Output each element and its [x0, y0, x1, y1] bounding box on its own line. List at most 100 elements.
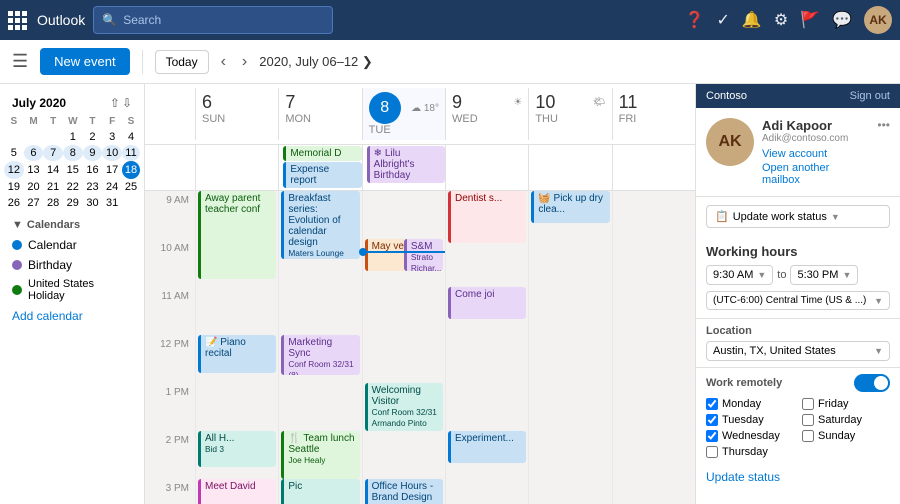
- bell-icon[interactable]: 🔔: [742, 10, 762, 30]
- day-check-tuesday[interactable]: Tuesday: [706, 414, 794, 426]
- hamburger-icon[interactable]: ☰: [12, 51, 28, 72]
- mini-cal-next[interactable]: ⇩: [122, 96, 132, 110]
- mini-cal-day[interactable]: 5: [4, 145, 24, 161]
- sign-out-link[interactable]: Sign out: [850, 90, 890, 102]
- mini-cal-day[interactable]: 14: [43, 161, 63, 179]
- wednesday-checkbox[interactable]: [706, 430, 718, 442]
- event-breakfast[interactable]: Breakfast series: Evolution of calendar …: [281, 191, 359, 259]
- settings-icon[interactable]: ⚙: [774, 10, 788, 30]
- mini-cal-day[interactable]: [4, 129, 24, 145]
- event-office-hours[interactable]: Office Hours - Brand DesignProject room …: [365, 479, 443, 504]
- next-week-button[interactable]: ›: [238, 49, 251, 75]
- mini-cal-day[interactable]: 25: [122, 179, 140, 195]
- mini-cal-day[interactable]: 30: [83, 195, 103, 211]
- day-check-monday[interactable]: Monday: [706, 398, 794, 410]
- mini-cal-day[interactable]: 26: [4, 195, 24, 211]
- mini-cal-day[interactable]: 11: [122, 145, 140, 161]
- add-calendar-button[interactable]: Add calendar: [4, 305, 140, 327]
- mini-cal-day[interactable]: 24: [102, 179, 122, 195]
- check-icon[interactable]: ✓: [716, 10, 729, 30]
- flag-icon[interactable]: 🚩: [800, 10, 820, 30]
- date-range[interactable]: 2020, July 06–12 ❯: [259, 54, 373, 70]
- search-box[interactable]: 🔍: [93, 6, 333, 34]
- event-experiment[interactable]: Experiment...: [448, 431, 526, 463]
- friday-checkbox[interactable]: [802, 398, 814, 410]
- mini-cal-day[interactable]: 22: [63, 179, 83, 195]
- day-check-wednesday[interactable]: Wednesday: [706, 430, 794, 442]
- day-check-thursday[interactable]: Thursday: [706, 446, 794, 458]
- mini-cal-day[interactable]: 8: [63, 145, 83, 161]
- mini-cal-day[interactable]: 23: [83, 179, 103, 195]
- mini-cal-day[interactable]: 29: [63, 195, 83, 211]
- thursday-checkbox[interactable]: [706, 446, 718, 458]
- calendars-section-header[interactable]: ▼ Calendars: [4, 211, 140, 235]
- mini-cal-day[interactable]: [24, 129, 44, 145]
- event-meet-david[interactable]: Meet David: [198, 479, 276, 504]
- mini-cal-day[interactable]: 4: [122, 129, 140, 145]
- work-remotely-toggle[interactable]: [854, 374, 890, 392]
- day-check-friday[interactable]: Friday: [802, 398, 890, 410]
- mini-cal-day[interactable]: 28: [43, 195, 63, 211]
- update-status-link[interactable]: Update status: [696, 464, 900, 490]
- allday-event-memorial[interactable]: Memorial D: [283, 146, 361, 161]
- mini-cal-day[interactable]: 17: [102, 161, 122, 179]
- event-all-h[interactable]: All H...Bid 3: [198, 431, 276, 467]
- event-pickup-dry-clean[interactable]: 🧺 Pick up dry clea...: [531, 191, 609, 223]
- event-away[interactable]: Away parent teacher conf: [198, 191, 276, 279]
- location-select[interactable]: Austin, TX, United States ▼: [706, 341, 890, 361]
- mini-cal-day[interactable]: 21: [43, 179, 63, 195]
- day-check-sunday[interactable]: Sunday: [802, 430, 890, 442]
- sidebar-item-birthday[interactable]: Birthday: [4, 255, 140, 275]
- mini-cal-day[interactable]: 13: [24, 161, 44, 179]
- help-icon[interactable]: ❓: [685, 10, 705, 30]
- start-time-select[interactable]: 9:30 AM ▼: [706, 265, 773, 285]
- allday-event-expense[interactable]: Expense report: [283, 162, 361, 188]
- mini-cal-day[interactable]: 27: [24, 195, 44, 211]
- allday-event-birthday[interactable]: ❄ Lilu Albright's Birthday: [367, 146, 445, 183]
- mini-cal-day[interactable]: 10: [102, 145, 122, 161]
- avatar[interactable]: AK: [864, 6, 892, 34]
- today-button[interactable]: Today: [155, 50, 209, 74]
- open-mailbox-link[interactable]: Open another mailbox: [762, 162, 869, 186]
- mini-cal-day[interactable]: 9: [83, 145, 103, 161]
- mini-cal-day[interactable]: 2: [83, 129, 103, 145]
- mini-cal-day[interactable]: 16: [83, 161, 103, 179]
- view-account-link[interactable]: View account: [762, 148, 869, 160]
- event-come-joi-9[interactable]: Come joi: [448, 287, 526, 319]
- event-pic[interactable]: Pic: [281, 479, 359, 504]
- mini-cal-day[interactable]: 20: [24, 179, 44, 195]
- timezone-select[interactable]: (UTC-6:00) Central Time (US & ...) ▼: [706, 291, 890, 310]
- mini-cal-day[interactable]: 3: [102, 129, 122, 145]
- sidebar-item-calendar[interactable]: Calendar: [4, 235, 140, 255]
- mini-cal-day[interactable]: 31: [102, 195, 122, 211]
- sunday-checkbox[interactable]: [802, 430, 814, 442]
- mini-cal-day[interactable]: 18: [122, 161, 140, 179]
- mini-cal-day[interactable]: 15: [63, 161, 83, 179]
- chat-icon[interactable]: 💬: [832, 10, 852, 30]
- day-check-saturday[interactable]: Saturday: [802, 414, 890, 426]
- monday-checkbox[interactable]: [706, 398, 718, 410]
- end-time-select[interactable]: 5:30 PM ▼: [790, 265, 858, 285]
- mini-cal-prev[interactable]: ⇧: [110, 96, 120, 110]
- event-welcoming-visitor[interactable]: Welcoming VisitorConf Room 32/31Armando …: [365, 383, 443, 431]
- mini-cal-day[interactable]: [122, 195, 140, 211]
- event-piano-recital[interactable]: 📝 Piano recital: [198, 335, 276, 373]
- mini-cal-day[interactable]: 12: [4, 161, 24, 179]
- event-team-lunch[interactable]: 🍴 Team lunch SeattleJoe Healy: [281, 431, 359, 479]
- new-event-button[interactable]: New event: [40, 48, 129, 75]
- more-options-icon[interactable]: •••: [877, 118, 890, 132]
- mini-cal-day[interactable]: 6: [24, 145, 44, 161]
- saturday-checkbox[interactable]: [802, 414, 814, 426]
- event-dentist[interactable]: Dentist s...: [448, 191, 526, 243]
- mini-cal-day[interactable]: 1: [63, 129, 83, 145]
- search-input[interactable]: [123, 13, 324, 27]
- prev-week-button[interactable]: ‹: [217, 49, 230, 75]
- mini-cal-day[interactable]: 7: [43, 145, 63, 161]
- sidebar-item-holiday[interactable]: United States Holiday: [4, 275, 140, 305]
- event-marketing-sync[interactable]: Marketing SyncConf Room 32/31 (8): [281, 335, 359, 375]
- event-sm[interactable]: S&MStrato Richar...: [404, 239, 443, 271]
- mini-cal-day[interactable]: 19: [4, 179, 24, 195]
- mini-cal-day[interactable]: [43, 129, 63, 145]
- tuesday-checkbox[interactable]: [706, 414, 718, 426]
- update-status-button[interactable]: 📋 Update work status ▼: [706, 205, 890, 228]
